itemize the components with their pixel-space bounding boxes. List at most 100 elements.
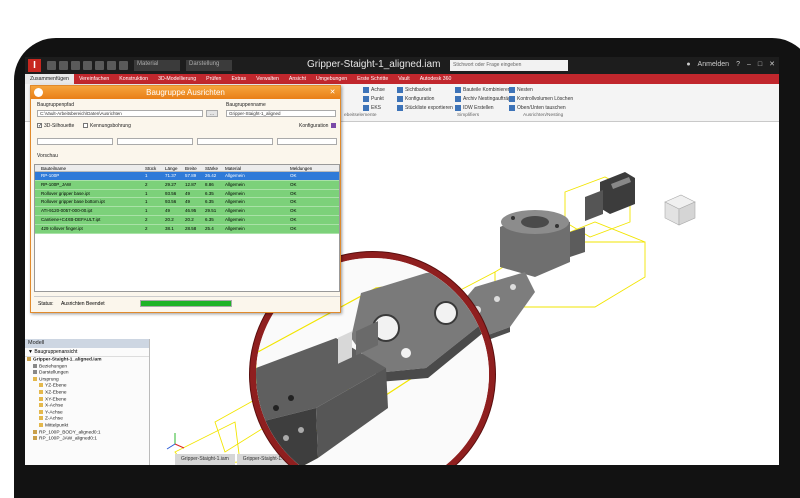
ribbon-btn-archiv-nesting[interactable]: Archiv Nestingaufträge: [455, 95, 514, 104]
tree-node[interactable]: Darstellungen: [25, 370, 149, 377]
filter-input-1[interactable]: [37, 138, 113, 145]
quick-access-toolbar: [47, 61, 128, 70]
filter-input-2[interactable]: [117, 138, 193, 145]
col-staerke[interactable]: Stärke: [205, 165, 225, 171]
tree-node[interactable]: Ursprung: [25, 376, 149, 384]
tab-erste-schritte[interactable]: Erste Schritte: [352, 74, 393, 84]
user-icon[interactable]: ●: [686, 61, 690, 68]
save-icon[interactable]: [71, 61, 80, 70]
help-icon[interactable]: ?: [736, 61, 740, 68]
tab-umgebungen[interactable]: Umgebungen: [311, 74, 352, 84]
table-row[interactable]: RP-100P 1 71.37 57.89 26.42 Allgemein OK: [35, 172, 339, 181]
col-material[interactable]: Material: [225, 165, 290, 171]
doc-tab-1[interactable]: Gripper-Staight-1.iam: [175, 454, 235, 465]
tab-verwalten[interactable]: Verwalten: [251, 74, 284, 84]
print-icon[interactable]: [119, 61, 128, 70]
ribbon-btn-kontrollvolumen[interactable]: Kontrollvolumen Löschen: [509, 95, 573, 104]
col-bauteilname[interactable]: Bauteilname: [39, 165, 145, 171]
tab-vereinfachen[interactable]: Vereinfachen: [74, 74, 114, 84]
inventor-window: I Material Darstellung Gripper-Staight-1…: [25, 57, 779, 465]
tab-zusammenfuegen[interactable]: Zusammenfügen: [25, 74, 74, 84]
tree-node[interactable]: X-Achse: [25, 403, 149, 410]
filter-input-3[interactable]: [197, 138, 273, 145]
tree-node[interactable]: Mittelpunkt: [25, 422, 149, 430]
dialog-title-bar[interactable]: Baugruppe Ausrichten ✕: [31, 86, 340, 99]
ribbon-btn-oben-unten[interactable]: Oben/Unten tauschen: [509, 104, 573, 113]
silhouette-label: 3D-Silhouette: [44, 123, 75, 129]
config-label: Konfiguration: [299, 123, 329, 129]
ribbon-btn-konfiguration[interactable]: Konfiguration: [397, 95, 453, 104]
close-icon[interactable]: ✕: [769, 60, 775, 68]
search-input[interactable]: Stichwort oder Frage eingeben: [450, 60, 568, 71]
undo-icon[interactable]: [83, 61, 92, 70]
ribbon-btn-achse[interactable]: Achse: [363, 86, 385, 95]
col-stueck[interactable]: Stück: [145, 165, 165, 171]
view-cube[interactable]: [664, 194, 696, 226]
tree-node[interactable]: Y-Achse: [25, 409, 149, 417]
col-laenge[interactable]: Länge: [165, 165, 185, 171]
tree-node[interactable]: XZ-Ebene: [25, 389, 149, 397]
tree-node[interactable]: RP_100P_JAW_aligned0:1: [25, 436, 149, 443]
redo-icon[interactable]: [95, 61, 104, 70]
appearance-dropdown[interactable]: Darstellung: [186, 60, 232, 71]
ribbon-tabs: Zusammenfügen Vereinfachen Konstruktion …: [25, 74, 779, 84]
ribbon-btn-punkt[interactable]: Punkt: [363, 95, 385, 104]
restore-icon[interactable]: □: [758, 61, 762, 68]
minimize-icon[interactable]: –: [747, 61, 751, 68]
ribbon-btn-idw-erstellen[interactable]: IDW Erstellen: [455, 104, 514, 113]
tab-pruefen[interactable]: Prüfen: [201, 74, 226, 84]
tab-konstruktion[interactable]: Konstruktion: [114, 74, 153, 84]
ribbon-btn-stueckliste[interactable]: Stückliste exportieren: [397, 104, 453, 113]
kennung-label: Kennungsbohrung: [90, 123, 131, 129]
tree-node[interactable]: Z-Achse: [25, 416, 149, 423]
progress-bar: [140, 300, 232, 307]
title-bar: I Material Darstellung Gripper-Staight-1…: [25, 57, 779, 74]
coordinate-triad-icon: [166, 433, 185, 450]
new-icon[interactable]: [47, 61, 56, 70]
table-row[interactable]: Rollover gripper base bottom.ipt 1 93.56 49…: [35, 198, 339, 208]
window-title: Gripper-Staight-1_aligned.iam: [307, 59, 441, 70]
tab-3d-modellierung[interactable]: 3D-Modellierung: [153, 74, 201, 84]
tab-vault[interactable]: Vault: [393, 74, 414, 84]
ribbon-btn-nesten[interactable]: Nesten: [509, 86, 573, 95]
tab-autodesk-360[interactable]: Autodesk 360: [415, 74, 457, 84]
ribbon-btn-sichtbarkeit[interactable]: Sichtbarkeit: [397, 86, 453, 95]
open-icon[interactable]: [59, 61, 68, 70]
table-row[interactable]: Cantiene+C4XB-DEFAULT.ipt 2 20.2 20.2 6.35 Al…: [35, 215, 339, 225]
browser-view-dropdown[interactable]: ▼ Baugruppenansicht: [25, 348, 149, 357]
tab-ansicht[interactable]: Ansicht: [284, 74, 311, 84]
table-row[interactable]: Rollover gripper base.ipt 1 93.56 49 6.35 All…: [35, 189, 339, 199]
table-row[interactable]: 429 rollover finger.ipt 2 38.1 28.58 25.4 All…: [35, 224, 339, 234]
ribbon-label-work-features: ebeitselemente: [344, 113, 377, 118]
tab-extras[interactable]: Extras: [226, 74, 251, 84]
ribbon-btn-eks[interactable]: EKS: [363, 104, 385, 113]
signin-link[interactable]: Anmelden: [698, 61, 730, 68]
table-row[interactable]: RP-100P_JAW 2 29.27 12.87 8.86 Allgemein OK: [35, 180, 339, 190]
table-header: Bauteilname Stück Länge Breite Stärke Ma…: [35, 165, 339, 172]
tree-node[interactable]: XY-Ebene: [25, 396, 149, 404]
tree-node[interactable]: YZ-Ebene: [25, 383, 149, 390]
servo-part[interactable]: [585, 172, 635, 221]
filter-input-4[interactable]: [277, 138, 337, 145]
config-icon[interactable]: [331, 123, 336, 128]
table-row[interactable]: ATI-9120-0057-000-00.ipt 1 49 46.95 29.51 All…: [35, 207, 339, 216]
silhouette-checkbox[interactable]: ✓: [37, 123, 42, 129]
tree-node[interactable]: Gripper-Staight-1_aligned.iam: [25, 357, 149, 364]
ribbon-btn-bauteile-kombinieren[interactable]: Bauteile Kombinieren: [455, 86, 514, 95]
kennung-checkbox[interactable]: [83, 123, 88, 128]
model-browser-title[interactable]: Modell: [25, 339, 149, 348]
home-icon[interactable]: [107, 61, 116, 70]
inventor-logo-icon[interactable]: I: [28, 59, 41, 72]
preview-label: Vorschau: [37, 153, 58, 159]
material-dropdown[interactable]: Material: [134, 60, 180, 71]
adapter-part[interactable]: [500, 210, 585, 277]
axis-icon: [39, 416, 43, 421]
path-input[interactable]: C:\Vault-Arbeitsbereich\Daten\Ausrichten: [37, 110, 203, 117]
col-breite[interactable]: Breite: [185, 165, 205, 171]
progress-fill: [141, 301, 231, 306]
col-meldungen[interactable]: Meldungen: [290, 165, 320, 171]
name-input[interactable]: Gripper-Staight-1_aligned: [226, 110, 336, 117]
title-bar-right: ● Anmelden ? – □ ✕: [686, 60, 775, 69]
dialog-close-icon[interactable]: ✕: [328, 88, 337, 97]
browse-button[interactable]: ...: [206, 110, 218, 117]
